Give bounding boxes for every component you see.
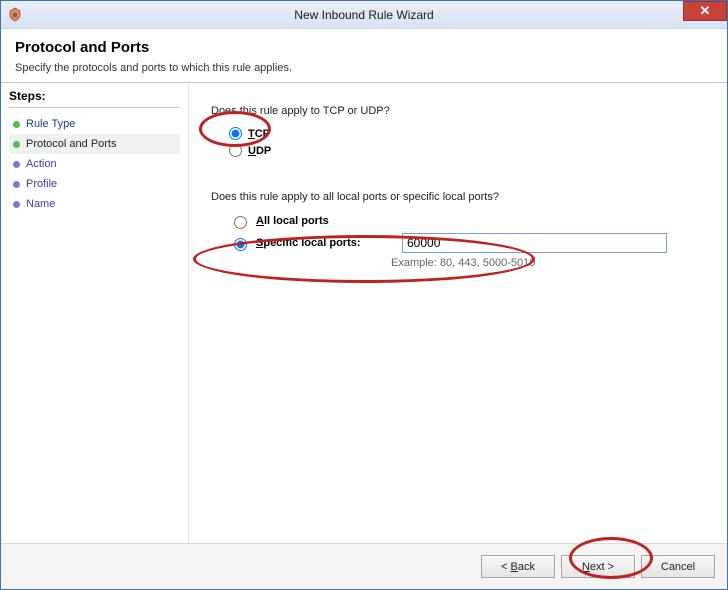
next-button[interactable]: Next >: [561, 555, 635, 578]
radio-tcp[interactable]: [229, 127, 242, 140]
page-subtitle: Specify the protocols and ports to which…: [15, 62, 713, 74]
step-action[interactable]: Action: [9, 154, 180, 174]
close-button[interactable]: ✕: [683, 1, 727, 21]
ports-question: Does this rule apply to all local ports …: [211, 191, 705, 203]
radio-udp-label: UDP: [248, 145, 271, 157]
close-icon: ✕: [700, 3, 711, 19]
radio-all-ports[interactable]: [234, 216, 247, 229]
ports-example: Example: 80, 443, 5000-5010: [391, 257, 705, 269]
steps-sidebar: Steps: Rule Type Protocol and Ports Acti…: [1, 83, 189, 543]
radio-specific-ports-row[interactable]: Specific local ports:: [229, 233, 705, 253]
radio-udp-row[interactable]: UDP: [229, 144, 705, 157]
wizard-header: Protocol and Ports Specify the protocols…: [1, 29, 727, 82]
bullet-icon: [13, 121, 20, 128]
wizard-content: Does this rule apply to TCP or UDP? TCP …: [189, 83, 727, 543]
page-title: Protocol and Ports: [15, 39, 713, 56]
radio-all-ports-row[interactable]: All local ports: [229, 213, 705, 229]
app-icon: [7, 7, 23, 23]
step-label: Profile: [26, 178, 57, 190]
window-title: New Inbound Rule Wizard: [294, 8, 433, 22]
step-label: Action: [26, 158, 57, 170]
radio-tcp-row[interactable]: TCP: [229, 127, 705, 140]
step-name[interactable]: Name: [9, 194, 180, 214]
back-button[interactable]: < Back: [481, 555, 555, 578]
titlebar: New Inbound Rule Wizard ✕: [1, 1, 727, 29]
bullet-icon: [13, 181, 20, 188]
specific-ports-input[interactable]: [402, 233, 667, 253]
cancel-button[interactable]: Cancel: [641, 555, 715, 578]
bullet-icon: [13, 161, 20, 168]
step-protocol-and-ports[interactable]: Protocol and Ports: [9, 134, 180, 154]
bullet-icon: [13, 141, 20, 148]
wizard-body: Steps: Rule Type Protocol and Ports Acti…: [1, 83, 727, 543]
wizard-window: New Inbound Rule Wizard ✕ Protocol and P…: [0, 0, 728, 590]
radio-udp[interactable]: [229, 144, 242, 157]
radio-specific-ports-label: Specific local ports:: [256, 237, 396, 249]
protocol-question: Does this rule apply to TCP or UDP?: [211, 105, 705, 117]
bullet-icon: [13, 201, 20, 208]
radio-tcp-label: TCP: [248, 128, 270, 140]
radio-specific-ports[interactable]: [234, 238, 247, 251]
steps-heading: Steps:: [9, 89, 180, 108]
step-profile[interactable]: Profile: [9, 174, 180, 194]
step-label: Rule Type: [26, 118, 75, 130]
step-label: Name: [26, 198, 55, 210]
step-rule-type[interactable]: Rule Type: [9, 114, 180, 134]
step-label: Protocol and Ports: [26, 138, 117, 150]
radio-all-ports-label: All local ports: [256, 215, 396, 227]
wizard-footer: < Back Next > Cancel: [1, 543, 727, 589]
